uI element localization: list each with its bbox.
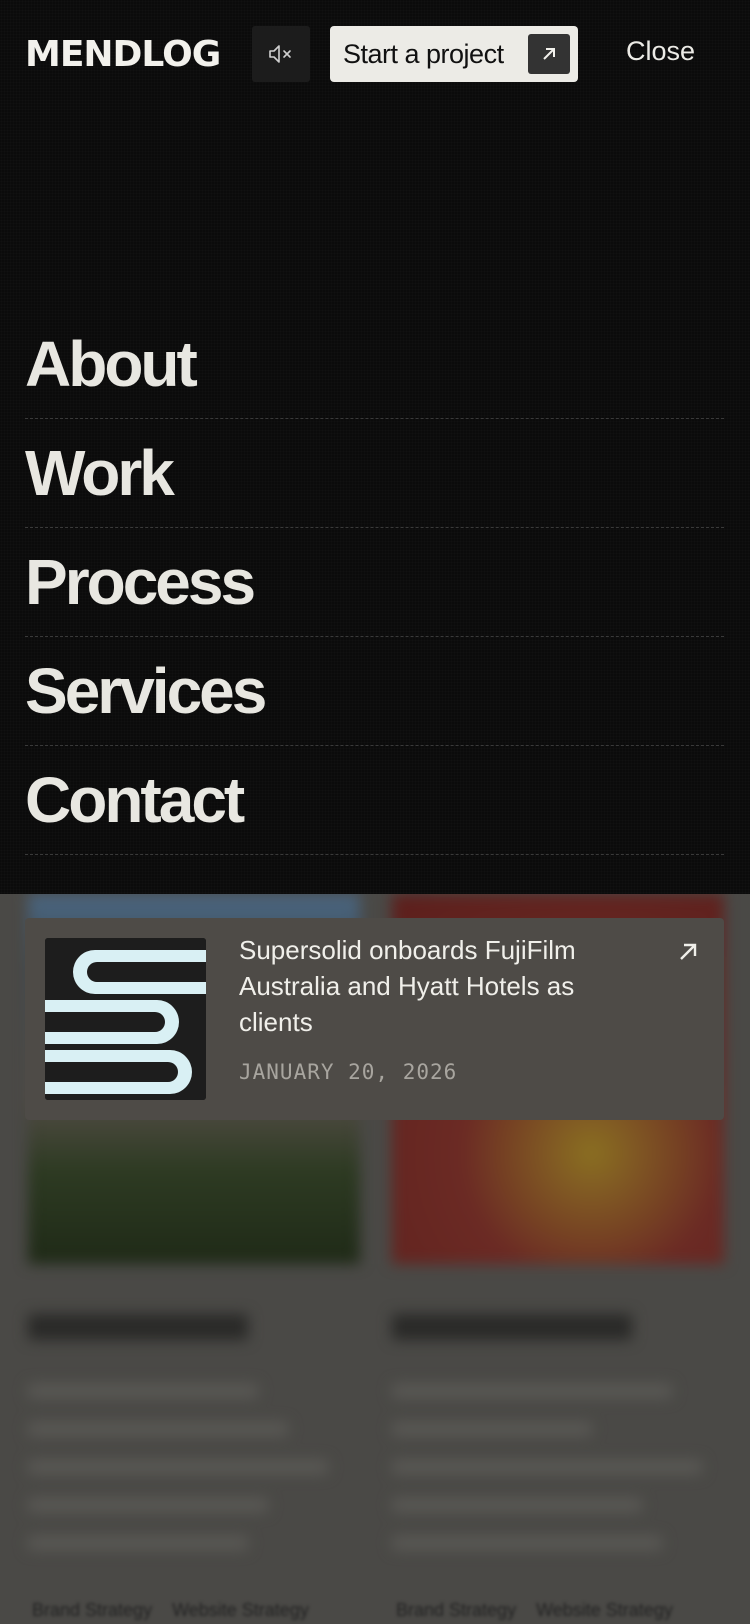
project-title-right bbox=[392, 1314, 632, 1340]
close-menu-button[interactable]: Close bbox=[626, 36, 695, 67]
nav-item-label: Services bbox=[25, 655, 267, 727]
nav-item-label: About bbox=[25, 328, 198, 400]
blurred-text-line bbox=[28, 1384, 258, 1398]
supersolid-logo-icon bbox=[45, 938, 206, 1100]
blurred-text-line bbox=[28, 1536, 248, 1550]
mute-button[interactable] bbox=[252, 26, 310, 82]
blurred-text-line bbox=[392, 1384, 672, 1398]
nav-item-work[interactable]: Work bbox=[25, 419, 724, 528]
header: MENDLOG Start a project Close bbox=[0, 0, 750, 110]
nav-item-about[interactable]: About bbox=[25, 310, 724, 419]
nav-item-label: Contact bbox=[25, 764, 245, 836]
blurred-text-line bbox=[392, 1498, 642, 1512]
main-nav: About Work Process Services Contact bbox=[25, 310, 724, 855]
menu-overlay: MENDLOG Start a project Close About Work… bbox=[0, 0, 750, 894]
news-thumbnail bbox=[45, 938, 206, 1100]
start-project-label: Start a project bbox=[343, 38, 504, 69]
nav-item-label: Process bbox=[25, 546, 256, 618]
project-tags-right: Brand Strategy Website Strategy bbox=[396, 1600, 673, 1620]
blurred-text-line bbox=[392, 1536, 662, 1550]
nav-item-services[interactable]: Services bbox=[25, 637, 724, 746]
speaker-muted-icon bbox=[269, 45, 291, 63]
arrow-up-right-icon bbox=[528, 34, 570, 74]
nav-item-process[interactable]: Process bbox=[25, 528, 724, 637]
news-date: JANUARY 20, 2026 bbox=[239, 1060, 458, 1084]
blurred-text-line bbox=[28, 1422, 288, 1436]
news-card[interactable]: Supersolid onboards FujiFilm Australia a… bbox=[25, 918, 724, 1120]
blurred-text-line bbox=[392, 1422, 592, 1436]
project-tags-left: Brand Strategy Website Strategy bbox=[32, 1600, 309, 1620]
news-title: Supersolid onboards FujiFilm Australia a… bbox=[239, 935, 576, 1037]
nav-item-label: Work bbox=[25, 437, 175, 509]
project-title-left bbox=[28, 1314, 248, 1340]
blurred-text-line bbox=[28, 1498, 268, 1512]
arrow-up-right-icon bbox=[680, 943, 697, 960]
nav-item-contact[interactable]: Contact bbox=[25, 746, 724, 855]
start-project-button[interactable]: Start a project bbox=[330, 26, 578, 82]
logo[interactable]: MENDLOG bbox=[25, 34, 221, 75]
blurred-text-line bbox=[392, 1460, 702, 1474]
blurred-text-line bbox=[28, 1460, 328, 1474]
